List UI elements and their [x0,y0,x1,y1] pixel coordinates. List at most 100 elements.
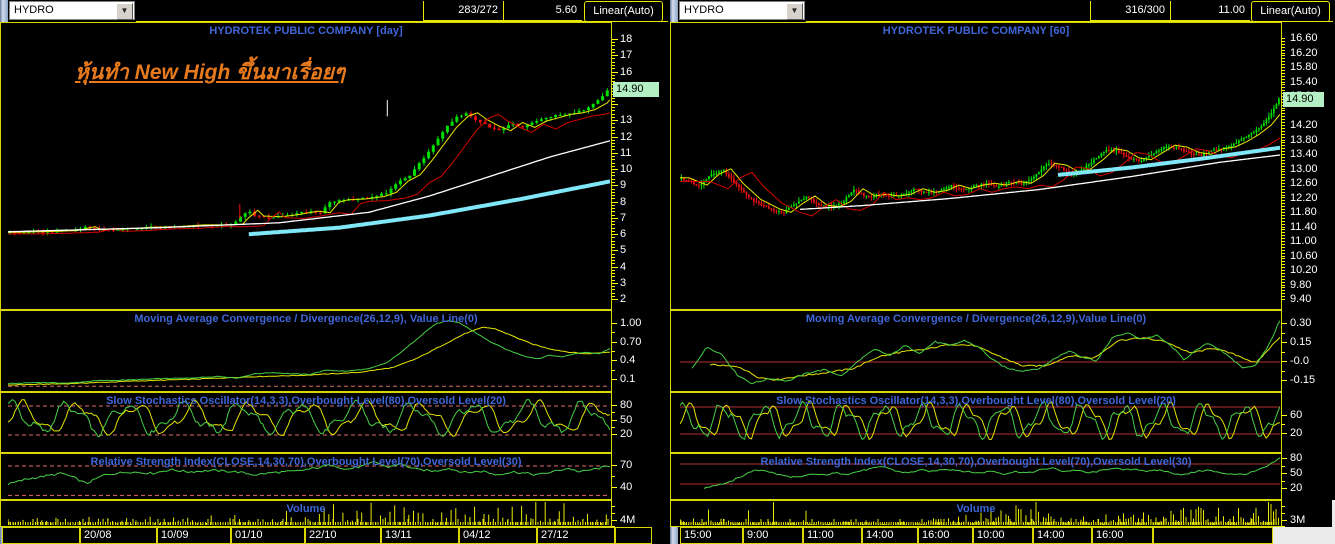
date-axis-box: 20/08 [80,527,157,544]
rsi-axis-label: 40 [620,481,633,493]
price-axis-label: 11.80 [1290,206,1317,218]
price-axis-label: 13.80 [1290,133,1318,146]
stoch-axis-label: 60 [1290,409,1303,421]
price-axis-label: 11 [620,146,632,159]
macd-axis-label: 0.30 [1290,317,1312,329]
macd-axis-label: 0.15 [1290,336,1312,348]
price-axis-label: 14.20 [1290,119,1318,131]
price-axis-label: 16.60 [1290,32,1318,44]
macd-pane-axis[interactable]: 0.30 0.15 -0.0 -0.15 [1282,310,1335,392]
date-axis-label: 16:00 [922,529,950,541]
date-axis-box: 04/12 [459,527,537,544]
price-axis-label: 11.00 [1290,235,1317,247]
macd-pane[interactable]: Moving Average Convergence / Divergence(… [670,310,1282,392]
price-axis-label: 6 [620,228,627,240]
date-axis-label: 10/09 [161,529,189,541]
rsi-pane-axis[interactable]: 70 40 [612,453,670,500]
scale-mode-button[interactable]: Linear(Auto) [1251,1,1330,22]
window-corner [1273,527,1335,544]
date-axis-label: 16:00 [1096,529,1124,541]
chevron-down-icon[interactable]: ▼ [786,3,803,20]
price-axis-label: 15.80 [1290,61,1318,73]
date-axis-box [615,527,652,544]
macd-pane-axis[interactable]: 1.00 0.70 0.4 0.1 [612,310,670,392]
date-axis-box: 11:00 [803,527,862,544]
date-axis-box: 16:00 [918,527,973,544]
macd-axis-label: -0.0 [1290,355,1309,367]
date-axis-box: 27/12 [537,527,615,544]
stoch-pane[interactable]: Slow Stochastics Oscillator(14,3,3),Over… [0,392,612,453]
date-axis-box: 15:00 [680,527,743,544]
scale-mode-button[interactable]: Linear(Auto) [584,1,663,22]
date-axis-box: 14:00 [862,527,918,544]
rsi-pane[interactable]: Relative Strength Index(CLOSE,14,30,70),… [0,453,612,500]
price-axis-label: 12.20 [1290,191,1318,204]
symbol-combobox-value: HYDRO [14,4,54,16]
symbol-combobox[interactable]: HYDRO ▼ [9,1,135,20]
price-axis-label: 16 [620,65,633,78]
date-axis-box: 01/10 [231,527,305,544]
price-axis-label: 10.20 [1290,264,1318,276]
volume-pane[interactable]: Volume [0,500,612,527]
macd-axis-label: 0.1 [620,373,636,385]
rsi-axis-label: 80 [1290,452,1303,464]
date-axis-label: 04/12 [463,529,491,541]
date-axis-box: 9:00 [743,527,803,544]
rsi-pane-axis[interactable]: 80 50 20 [1282,453,1335,500]
price-axis-label: 4 [620,260,627,273]
main-chart-pane[interactable]: HYDROTEK PUBLIC COMPANY [60] [670,22,1282,310]
trading-app-screen: HYDRO ▼ 283/272 5.60 Linear(Auto) HYDROTEK PU… [0,0,1335,544]
volume-pane-axis[interactable]: 4M [612,500,670,527]
price-axis-label: 16.20 [1290,46,1318,59]
main-chart-pane-axis[interactable]: 16.6016.2015.8015.4015.0014.2013.8013.40… [1282,22,1335,310]
price-axis-label: 10 [620,163,633,175]
symbol-combobox[interactable]: HYDRO ▼ [679,1,805,20]
price-axis-label: 7 [620,211,627,224]
last-price-badge: 14.90 [613,82,659,97]
date-axis-box: 22/10 [305,527,381,544]
price-axis-label: 9.40 [1290,293,1312,305]
price-axis-label: 9.80 [1290,278,1312,291]
stoch-pane-axis[interactable]: 60 20 [1282,392,1335,453]
stoch-axis-label: 80 [620,399,633,411]
macd-pane[interactable]: Moving Average Convergence / Divergence(… [0,310,612,392]
price-stat-cell: 5.60 [503,1,582,21]
new-high-annotation: หุ้นทำ New High ขึ้นมาเรื่อยๆ [75,61,346,84]
chevron-down-icon[interactable]: ▼ [116,3,133,20]
date-axis-label: 10:00 [977,529,1005,541]
price-axis-label: 13.40 [1290,148,1318,160]
last-price-badge: 14.90 [1283,92,1324,107]
rsi-pane[interactable]: Relative Strength Index(CLOSE,14,30,70),… [670,453,1282,500]
date-axis-box: 13/11 [381,527,459,544]
date-axis-label: 9:00 [747,529,769,541]
price-axis-label: 12 [620,130,633,143]
main-chart-pane-axis[interactable]: 181716151312111098765432 [612,22,670,310]
price-axis-label: 12.60 [1290,177,1318,189]
price-axis-label: 8 [620,195,627,208]
date-axis-label: 22/10 [309,529,337,541]
rsi-axis-label: 20 [1290,482,1303,494]
date-axis-label: 13/11 [385,529,412,541]
rsi-axis-label: 70 [620,459,633,471]
date-axis-box: 14:00 [1033,527,1092,544]
volume-pane[interactable]: Volume [670,500,1282,527]
volume-axis-label: 4M [620,514,636,526]
stoch-axis-label: 20 [1290,427,1303,439]
date-axis-label: 11:00 [807,529,834,541]
volume-pane-axis[interactable]: 3M [1282,500,1335,527]
range-stat-cell: 283/272 [423,1,503,21]
date-axis-box: 10/09 [157,527,231,544]
date-axis-box [2,527,80,544]
macd-axis-label: 0.4 [620,354,636,367]
date-axis-label: 14:00 [1037,529,1065,541]
macd-axis-label: 0.70 [620,335,642,348]
stoch-pane-axis[interactable]: 80 50 20 [612,392,670,453]
hydro-60min-window: HYDRO ▼ 316/300 11.00 Linear(Auto) HYDROTEK P… [670,0,1335,544]
date-axis-box [1153,527,1273,544]
price-stat-cell: 11.00 [1170,1,1250,21]
price-axis-label: 5 [620,244,627,257]
date-axis-label: 27/12 [541,529,569,541]
stoch-pane[interactable]: Slow Stochastics Oscillator(14,3,3),Over… [670,392,1282,453]
hydro-day-window: HYDRO ▼ 283/272 5.60 Linear(Auto) HYDROTEK PU… [0,0,670,544]
price-axis-label: 2 [620,293,627,305]
